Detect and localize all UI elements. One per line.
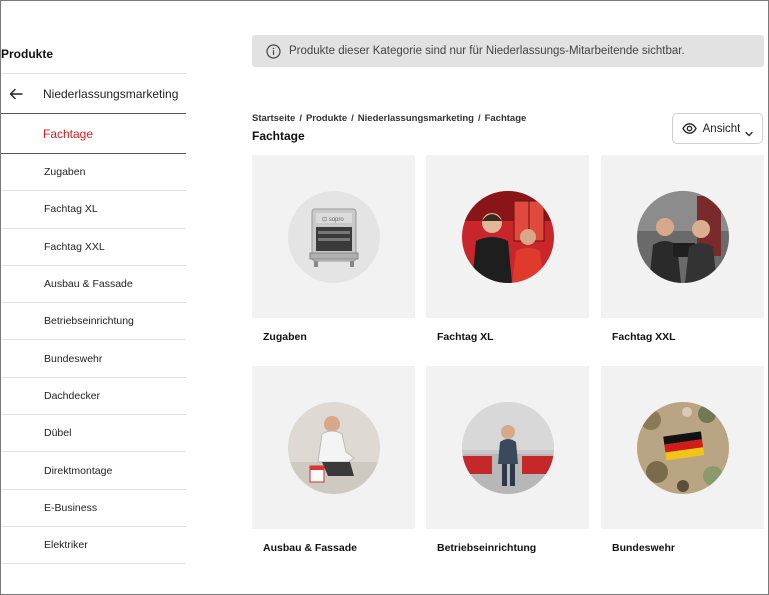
visibility-notice: Produkte dieser Kategorie sind nur für N… bbox=[252, 35, 764, 67]
sidebar-item-label: Ausbau & Fassade bbox=[44, 278, 133, 291]
category-card[interactable]: Ausbau & Fassade bbox=[252, 366, 415, 554]
breadcrumb-item-current: Fachtage bbox=[484, 113, 527, 124]
card-label: Fachtag XXL bbox=[612, 331, 676, 343]
card-image bbox=[426, 366, 589, 529]
sidebar-item[interactable]: Betriebseinrichtung bbox=[1, 303, 186, 341]
person-workbench-image bbox=[461, 401, 554, 494]
sidebar-item-label: Elektriker bbox=[44, 539, 88, 552]
grill-image: ⊡ sopro bbox=[287, 190, 380, 283]
camouflage-flag-image bbox=[636, 401, 729, 494]
category-card[interactable]: Betriebseinrichtung bbox=[426, 366, 589, 554]
sidebar-title: Produkte bbox=[1, 47, 54, 61]
sidebar-back-link[interactable]: Niederlassungsmarketing bbox=[1, 73, 186, 114]
sidebar-item[interactable]: Dachdecker bbox=[1, 378, 186, 416]
sidebar-item[interactable]: E-Business bbox=[1, 490, 186, 527]
page-title: Fachtage bbox=[252, 129, 305, 143]
info-icon bbox=[266, 43, 281, 59]
sidebar-item-label: Fachtag XXL bbox=[44, 240, 105, 253]
sidebar-item[interactable]: Fachtag XL bbox=[1, 191, 186, 229]
two-people-workshop-image bbox=[636, 190, 729, 283]
sidebar-active-label: Fachtage bbox=[43, 126, 94, 141]
two-people-red-image bbox=[461, 190, 554, 283]
view-button-label: Ansicht bbox=[702, 122, 741, 135]
category-card[interactable]: ⊡ sopro Zugaben bbox=[252, 155, 415, 343]
sidebar-parent-label: Niederlassungsmarketing bbox=[43, 86, 179, 101]
sidebar-item-label: Bundeswehr bbox=[44, 352, 103, 365]
sidebar-item[interactable]: Elektriker bbox=[1, 527, 186, 565]
card-image bbox=[601, 366, 764, 529]
eye-icon bbox=[681, 121, 697, 136]
breadcrumb: Startseite / Produkte / Niederlassungsmark… bbox=[252, 113, 527, 124]
card-label: Bundeswehr bbox=[612, 542, 676, 554]
sidebar-item-active[interactable]: Fachtage bbox=[1, 114, 186, 154]
sidebar-item-label: E-Business bbox=[44, 501, 98, 514]
category-card[interactable]: Fachtag XL bbox=[426, 155, 589, 343]
sidebar-item-label: Zugaben bbox=[44, 166, 86, 179]
sidebar-item[interactable]: Ausbau & Fassade bbox=[1, 266, 186, 304]
card-label: Ausbau & Fassade bbox=[263, 542, 357, 554]
chevron-down-icon bbox=[745, 125, 754, 136]
view-toggle-button[interactable]: Ansicht bbox=[672, 113, 763, 144]
sidebar-item[interactable]: Direktmontage bbox=[1, 452, 186, 490]
sidebar-item[interactable]: Fachtag XXL bbox=[1, 229, 186, 266]
sidebar-item[interactable]: Zugaben bbox=[1, 154, 186, 192]
card-image bbox=[252, 366, 415, 529]
sidebar-item-label: Fachtag XL bbox=[44, 203, 98, 216]
page-frame: Produkte Niederlassungsmarketing Fachtag… bbox=[0, 0, 769, 595]
sidebar-item-label: Dübel bbox=[44, 427, 72, 440]
sidebar-subcategory-list: Zugaben Fachtag XL Fachtag XXL Ausbau & … bbox=[1, 154, 186, 565]
sidebar-item[interactable]: Dübel bbox=[1, 415, 186, 453]
category-card[interactable]: Bundeswehr bbox=[601, 366, 764, 554]
notice-text: Produkte dieser Kategorie sind nur für N… bbox=[289, 45, 685, 57]
category-card[interactable]: Fachtag XXL bbox=[601, 155, 764, 343]
svg-text:⊡ sopro: ⊡ sopro bbox=[322, 217, 344, 223]
card-image bbox=[426, 155, 589, 318]
worker-kneeling-image bbox=[287, 401, 380, 494]
sidebar-item-label: Dachdecker bbox=[44, 389, 101, 402]
sidebar-item-label: Betriebseinrichtung bbox=[44, 315, 134, 328]
breadcrumb-item[interactable]: Niederlassungsmarketing bbox=[358, 113, 474, 124]
sidebar-item[interactable]: Bundeswehr bbox=[1, 340, 186, 378]
card-label: Zugaben bbox=[263, 331, 307, 343]
card-image bbox=[601, 155, 764, 318]
breadcrumb-item[interactable]: Startseite bbox=[252, 113, 295, 124]
category-sidebar: Produkte Niederlassungsmarketing Fachtag… bbox=[1, 1, 187, 594]
breadcrumb-item[interactable]: Produkte bbox=[306, 113, 347, 124]
card-label: Betriebseinrichtung bbox=[437, 542, 537, 554]
sidebar-item-label: Direktmontage bbox=[44, 464, 113, 477]
card-image: ⊡ sopro bbox=[252, 155, 415, 318]
arrow-left-icon[interactable] bbox=[9, 87, 23, 101]
card-label: Fachtag XL bbox=[437, 331, 494, 343]
